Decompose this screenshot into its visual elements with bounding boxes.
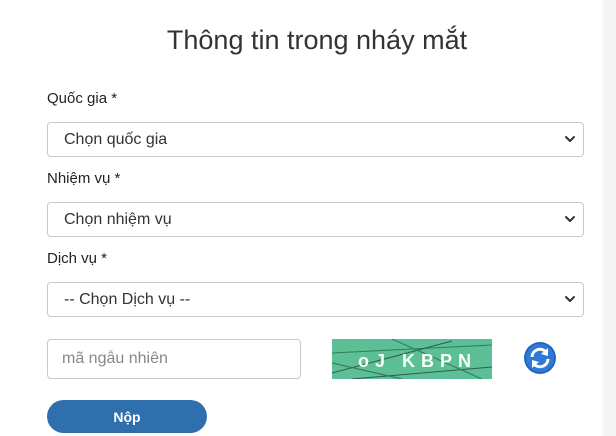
country-select-value: Chọn quốc gia xyxy=(64,131,168,148)
chevron-down-icon xyxy=(565,216,575,222)
captcha-text: oJ KBPN xyxy=(358,351,477,371)
service-select-value: -- Chọn Dịch vụ -- xyxy=(64,291,191,308)
chevron-down-icon xyxy=(565,136,575,142)
refresh-icon[interactable] xyxy=(523,341,557,375)
country-select[interactable]: Chọn quốc gia xyxy=(47,122,584,157)
service-select[interactable]: -- Chọn Dịch vụ -- xyxy=(47,282,584,317)
captcha-input[interactable] xyxy=(47,339,301,379)
mission-label: Nhiệm vụ * xyxy=(47,170,121,187)
chevron-down-icon xyxy=(565,296,575,302)
page-title: Thông tin trong nháy mắt xyxy=(166,25,468,55)
country-label: Quốc gia * xyxy=(47,90,118,107)
mission-select-value: Chọn nhiệm vụ xyxy=(64,211,172,228)
submit-button[interactable]: Nộp xyxy=(47,400,207,433)
page-edge xyxy=(603,0,616,436)
mission-select[interactable]: Chọn nhiệm vụ xyxy=(47,202,584,237)
captcha-image: oJ KBPN xyxy=(332,339,492,379)
service-label: Dịch vụ * xyxy=(47,250,108,267)
